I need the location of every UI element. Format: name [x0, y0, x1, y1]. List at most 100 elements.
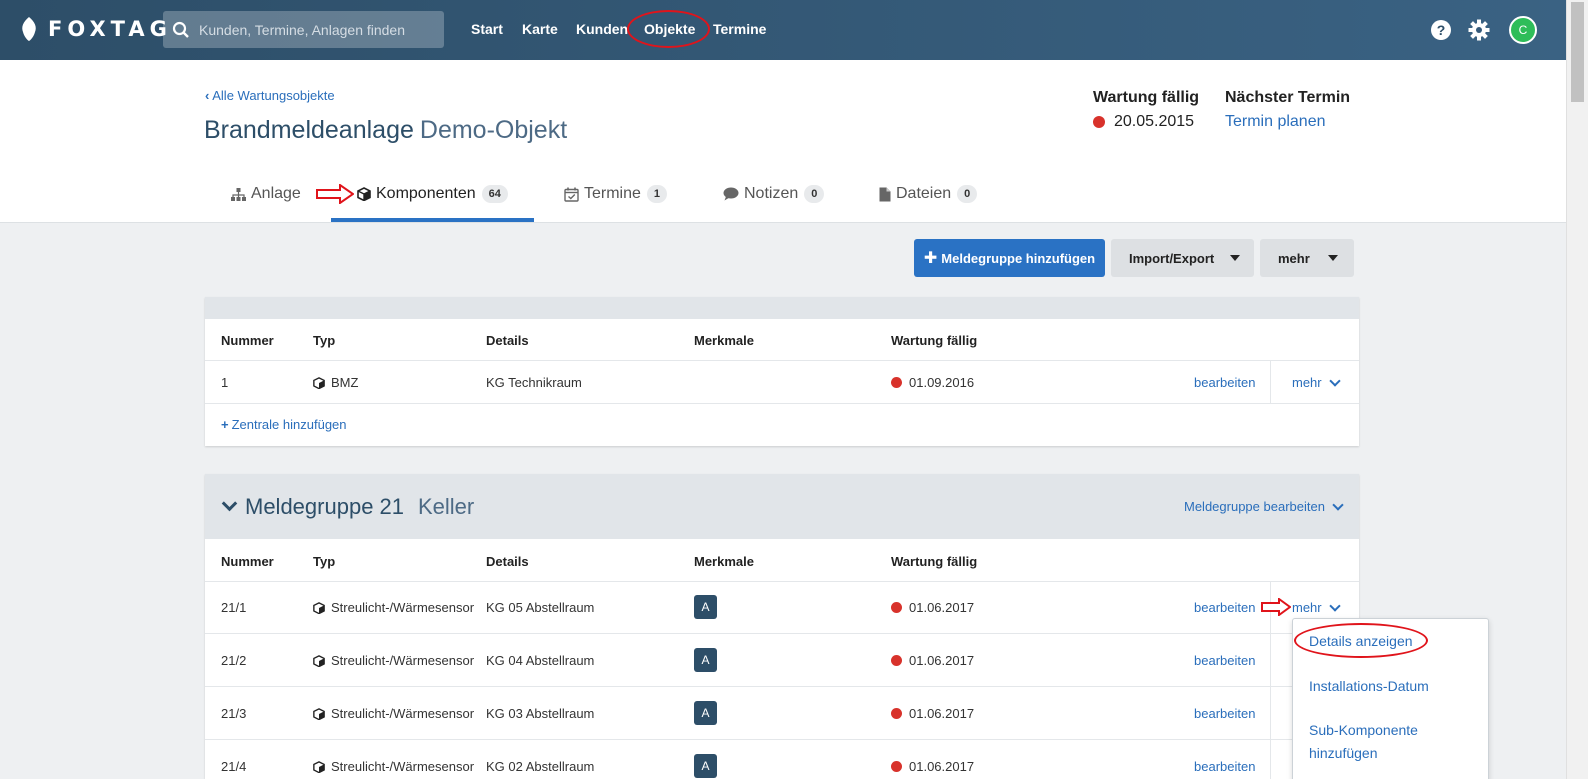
- add-group-button[interactable]: ✚ Meldegruppe hinzufügen: [914, 239, 1105, 277]
- status-dot-icon: [891, 602, 902, 613]
- feature-tag: A: [694, 754, 717, 778]
- edit-link[interactable]: bearbeiten: [1194, 600, 1255, 615]
- gear-icon[interactable]: [1468, 19, 1490, 41]
- col-header-typ: Typ: [313, 333, 336, 348]
- more-button[interactable]: mehr: [1260, 239, 1354, 277]
- due-date: 20.05.2015: [1093, 113, 1194, 131]
- edit-link[interactable]: bearbeiten: [1194, 759, 1255, 774]
- divider: [205, 581, 1359, 582]
- svg-text:?: ?: [1437, 22, 1446, 38]
- tab-termine[interactable]: Termine 1: [564, 183, 668, 205]
- fox-logo-icon: [22, 17, 36, 41]
- group-header[interactable]: Meldegruppe 21 Keller Meldegruppe bearbe…: [205, 474, 1359, 539]
- nav-karte[interactable]: Karte: [522, 21, 558, 37]
- status-dot-icon: [891, 655, 902, 666]
- search-icon: [172, 21, 189, 38]
- menu-item-add-subcomponent[interactable]: Sub-Komponente hinzufügen: [1309, 719, 1418, 765]
- col-header-merkmale: Merkmale: [694, 333, 754, 348]
- back-link[interactable]: ‹ Alle Wartungsobjekte: [205, 88, 335, 103]
- chevron-down-icon: [1328, 599, 1341, 612]
- nav-kunden[interactable]: Kunden: [576, 21, 628, 37]
- divider: [205, 739, 1359, 740]
- chevron-down-icon: [1332, 498, 1344, 511]
- count-badge: 0: [957, 185, 978, 203]
- feature-tag: A: [694, 595, 717, 619]
- edit-group-link[interactable]: Meldegruppe bearbeiten: [1184, 498, 1344, 514]
- logo[interactable]: FOXTAG: [18, 16, 172, 42]
- tab-anlage[interactable]: Anlage: [231, 183, 301, 205]
- import-export-button[interactable]: Import/Export: [1111, 239, 1254, 277]
- search-box[interactable]: [163, 11, 444, 48]
- nav-termine[interactable]: Termine: [713, 21, 766, 37]
- row-more-menu[interactable]: mehr: [1292, 374, 1341, 390]
- divider: [205, 686, 1359, 687]
- divider: [205, 360, 1359, 361]
- divider: [1270, 361, 1271, 403]
- page-title: Brandmeldeanlage Demo-Objekt: [204, 116, 568, 144]
- search-input[interactable]: [199, 21, 434, 38]
- divider: [205, 403, 1359, 404]
- avatar[interactable]: C: [1509, 16, 1537, 44]
- due-label: Wartung fällig: [1093, 89, 1200, 106]
- col-header-details: Details: [486, 554, 529, 569]
- feature-tag: A: [694, 648, 717, 672]
- col-header-merkmale: Merkmale: [694, 554, 754, 569]
- caret-down-icon: [1230, 255, 1241, 261]
- tab-notizen[interactable]: Notizen 0: [723, 183, 825, 205]
- tab-dateien[interactable]: Dateien 0: [879, 183, 978, 205]
- status-dot-icon: [891, 377, 902, 388]
- object-header: ‹ Alle Wartungsobjekte Brandmeldeanlage D…: [0, 60, 1566, 223]
- edit-link[interactable]: bearbeiten: [1194, 375, 1255, 390]
- group-panel: Meldegruppe 21 Keller Meldegruppe bearbe…: [205, 474, 1359, 779]
- col-header-nummer: Nummer: [221, 554, 274, 569]
- chevron-down-icon: [1328, 374, 1341, 387]
- status-dot-icon: [891, 708, 902, 719]
- add-central-link[interactable]: + Zentrale hinzufügen: [221, 417, 347, 432]
- col-header-details: Details: [486, 333, 529, 348]
- central-panel: Nummer Typ Details Merkmale Wartung fäll…: [205, 297, 1359, 446]
- page-scrollbar[interactable]: [1566, 0, 1588, 779]
- panel-header: [205, 297, 1359, 319]
- plus-icon: +: [221, 417, 229, 432]
- caret-down-icon: [1327, 255, 1338, 261]
- tab-komponenten[interactable]: Komponenten 64: [357, 183, 508, 205]
- annotation-ring-objekte: [627, 10, 710, 48]
- nav-start[interactable]: Start: [471, 21, 503, 37]
- count-badge: 1: [646, 185, 668, 203]
- active-tab-indicator: [331, 218, 534, 222]
- annotation-arrow-icon: [316, 184, 354, 204]
- cube-icon: [357, 187, 371, 201]
- annotation-ring-details: [1294, 623, 1428, 658]
- cube-icon: [313, 376, 325, 389]
- group-title: Meldegruppe 21: [245, 494, 405, 519]
- edit-link[interactable]: bearbeiten: [1194, 653, 1255, 668]
- menu-item-install-date[interactable]: Installations-Datum: [1309, 675, 1429, 698]
- col-header-nummer: Nummer: [221, 333, 274, 348]
- calendar-check-icon: [564, 187, 579, 202]
- sitemap-icon: [231, 187, 246, 201]
- status-dot-icon: [891, 761, 902, 772]
- top-nav-bar: FOXTAG Start Karte Kunden Objekte Termin…: [0, 0, 1566, 60]
- chevron-left-icon: ‹: [205, 88, 210, 103]
- plan-appointment-link[interactable]: Termin planen: [1225, 113, 1326, 131]
- cube-icon: [313, 707, 325, 720]
- scrollbar-thumb[interactable]: [1571, 2, 1584, 102]
- feature-tag: A: [694, 701, 717, 725]
- chevron-down-icon[interactable]: [221, 495, 238, 512]
- logo-text: FOXTAG: [48, 17, 172, 41]
- cube-icon: [313, 601, 325, 614]
- next-appointment-label: Nächster Termin: [1225, 89, 1351, 106]
- col-header-wartung: Wartung fällig: [891, 554, 978, 569]
- status-dot-icon: [1093, 116, 1105, 128]
- row-more-menu[interactable]: mehr: [1292, 599, 1341, 615]
- count-badge: 64: [481, 185, 508, 203]
- page-subtitle: Demo-Objekt: [419, 116, 568, 144]
- question-circle-icon[interactable]: ?: [1430, 19, 1452, 41]
- group-subtitle: Keller: [418, 494, 475, 519]
- cube-icon: [313, 654, 325, 667]
- file-icon: [879, 187, 891, 201]
- col-header-wartung: Wartung fällig: [891, 333, 978, 348]
- plus-icon: ✚: [923, 250, 938, 267]
- edit-link[interactable]: bearbeiten: [1194, 706, 1255, 721]
- divider: [205, 633, 1359, 634]
